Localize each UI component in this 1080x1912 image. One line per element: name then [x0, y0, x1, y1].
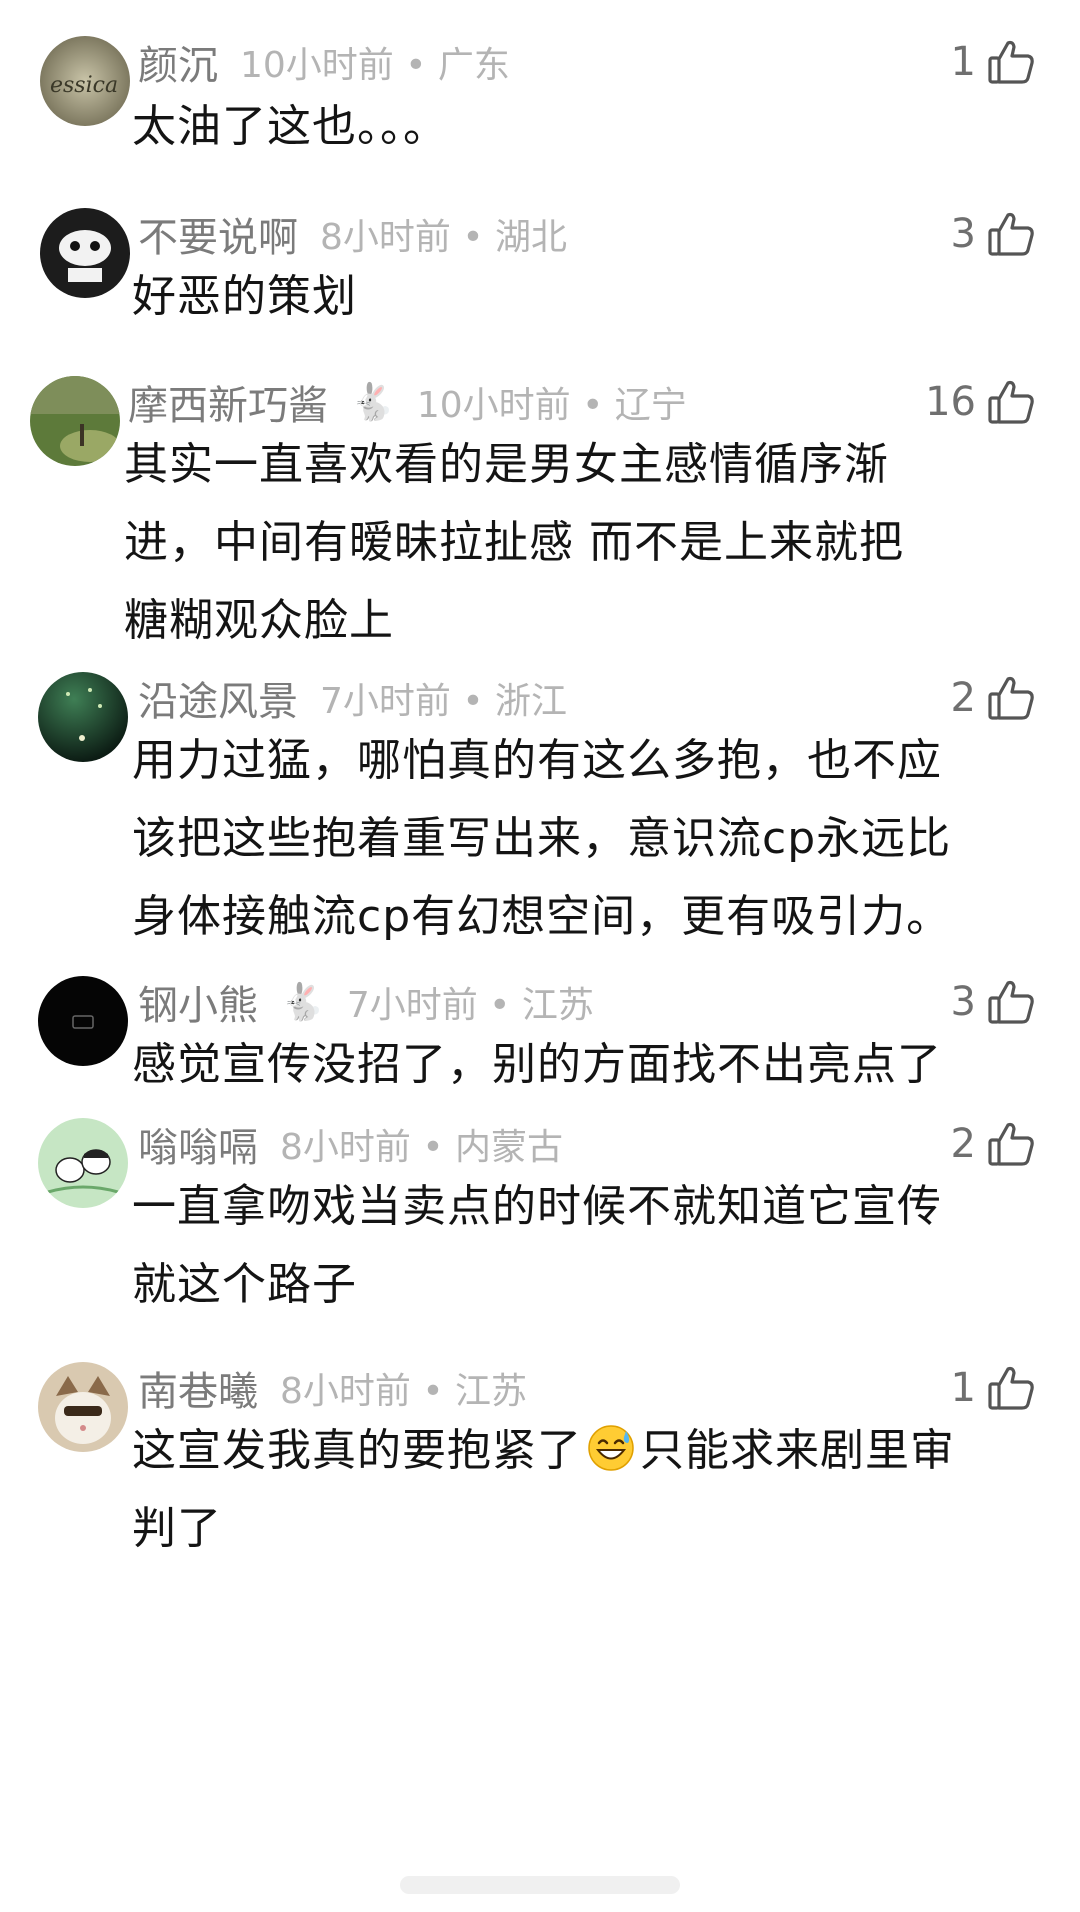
like-button[interactable]: 16 [925, 372, 1036, 432]
like-button[interactable]: 1 [951, 1358, 1036, 1418]
comment-line: 就这个路子 [132, 1259, 357, 1310]
comment-meta: 钢小熊 🐇 7小时前 • 江苏 [138, 972, 594, 1032]
thumbs-up-icon [988, 980, 1034, 1024]
username[interactable]: 南巷曦 [138, 1359, 258, 1417]
like-count: 2 [950, 675, 976, 721]
time-location: 8小时前 • 内蒙古 [280, 1127, 564, 1168]
avatar[interactable] [38, 672, 128, 762]
avatar[interactable] [30, 376, 120, 466]
avatar[interactable] [38, 1362, 128, 1452]
username[interactable]: 沿途风景 [138, 669, 298, 727]
like-count: 1 [950, 39, 976, 85]
comment-line: 太油了这也。。。 [132, 101, 448, 152]
comment-text: 太油了这也。。。 [132, 88, 448, 166]
comment-line: 判了 [132, 1503, 222, 1554]
comment-line: 用力过猛，哪怕真的有这么多抱，也不应 [132, 735, 942, 786]
comment-line: 这宣发我真的要抱紧了 只能求来剧里审 [132, 1412, 955, 1490]
time-location: 7小时前 • 浙江 [320, 681, 568, 722]
comment-text: 这宣发我真的要抱紧了 只能求来剧里审 判了 [132, 1412, 955, 1568]
comment-line: 好恶的策划 [132, 271, 357, 322]
avatar[interactable] [38, 976, 128, 1066]
comment-line: 其实一直喜欢看的是男女主感情循序渐 [124, 439, 889, 490]
comment-meta: 嗡嗡嗝 8小时前 • 内蒙古 [138, 1114, 563, 1174]
time-location: 10小时前 • 辽宁 [416, 385, 687, 426]
avatar[interactable] [40, 208, 130, 298]
comment-line: 身体接触流cp有幻想空间，更有吸引力。 [132, 891, 952, 942]
comment-text-before-emoji: 这宣发我真的要抱紧了 [132, 1425, 582, 1476]
thumbs-up-icon [988, 1122, 1034, 1166]
like-count: 16 [925, 379, 976, 425]
comment-line: 该把这些抱着重写出来，意识流cp永远比 [132, 813, 952, 864]
svg-text:essica: essica [50, 73, 118, 98]
comment-text-after-emoji: 只能求来剧里审 [640, 1425, 955, 1476]
thumbs-up-icon [988, 676, 1034, 720]
like-button[interactable]: 1 [951, 32, 1036, 92]
avatar[interactable] [38, 1118, 128, 1208]
comment-meta: 沿途风景 7小时前 • 浙江 [138, 668, 567, 728]
rabbit-icon: 🐇 [280, 982, 325, 1023]
comment-meta: 南巷曦 8小时前 • 江苏 [138, 1358, 527, 1418]
comment-text: 感觉宣传没招了，别的方面找不出亮点了 [132, 1026, 942, 1104]
like-button[interactable]: 2 [951, 1114, 1036, 1174]
comment-line: 糖糊观众脸上 [124, 595, 394, 646]
comment-meta: 摩西新巧酱 🐇 10小时前 • 辽宁 [128, 372, 687, 432]
like-button[interactable]: 3 [951, 972, 1036, 1032]
thumbs-up-icon [988, 212, 1034, 256]
username[interactable]: 钢小熊 [138, 973, 258, 1031]
like-count: 1 [950, 1365, 976, 1411]
comment-line: 一直拿吻戏当卖点的时候不就知道它宣传 [132, 1181, 942, 1232]
comment-text: 一直拿吻戏当卖点的时候不就知道它宣传 就这个路子 [132, 1168, 942, 1324]
username[interactable]: 摩西新巧酱 [128, 373, 328, 431]
thumbs-up-icon [988, 1366, 1034, 1410]
rabbit-icon: 🐇 [350, 382, 395, 423]
username[interactable]: 颜沉 [138, 33, 218, 91]
thumbs-up-icon [988, 380, 1034, 424]
comment-meta: 颜沉 10小时前 • 广东 [138, 32, 510, 92]
time-location: 8小时前 • 湖北 [320, 217, 568, 258]
sweat-smile-emoji [588, 1425, 634, 1471]
time-location: 8小时前 • 江苏 [280, 1371, 528, 1412]
like-count: 2 [950, 1121, 976, 1167]
username[interactable]: 不要说啊 [138, 205, 298, 263]
comment-meta: 不要说啊 8小时前 • 湖北 [138, 204, 567, 264]
like-count: 3 [950, 211, 976, 257]
like-count: 3 [950, 979, 976, 1025]
comment-text: 其实一直喜欢看的是男女主感情循序渐 进，中间有暧昧拉扯感 而不是上来就把 糖糊观… [124, 426, 904, 660]
comment-text: 用力过猛，哪怕真的有这么多抱，也不应 该把这些抱着重写出来，意识流cp永远比 身… [132, 722, 951, 956]
time-location: 10小时前 • 广东 [240, 45, 510, 86]
avatar[interactable]: essica [40, 36, 130, 126]
thumbs-up-icon [988, 40, 1034, 84]
time-location: 7小时前 • 江苏 [346, 985, 594, 1026]
comment-line: 进，中间有暧昧拉扯感 而不是上来就把 [124, 517, 904, 568]
username[interactable]: 嗡嗡嗝 [138, 1115, 258, 1173]
like-button[interactable]: 2 [951, 668, 1036, 728]
comment-line: 感觉宣传没招了，别的方面找不出亮点了 [132, 1039, 942, 1090]
comment-text: 好恶的策划 [132, 258, 357, 336]
bottom-fade-indicator [400, 1876, 680, 1894]
like-button[interactable]: 3 [951, 204, 1036, 264]
